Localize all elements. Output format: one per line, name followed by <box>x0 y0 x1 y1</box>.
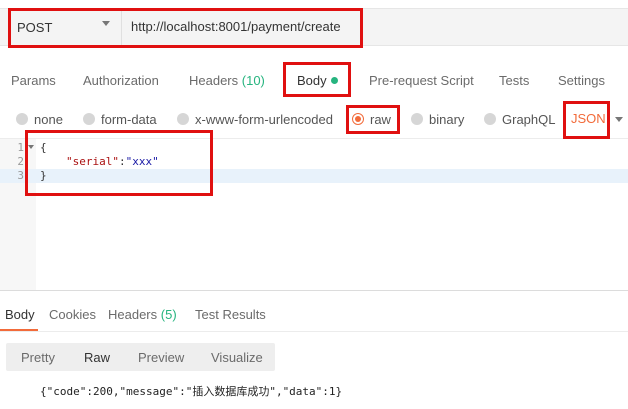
editor-line: 2 "serial":"xxx" <box>0 155 628 169</box>
tab-label: Pre-request Script <box>369 73 474 88</box>
radio-label: x-www-form-urlencoded <box>195 112 333 127</box>
fold-icon[interactable] <box>28 145 34 149</box>
line-number: 3 <box>17 169 24 182</box>
tab-authorization[interactable]: Authorization <box>83 73 159 88</box>
tab-label: Settings <box>558 73 605 88</box>
radio-label: raw <box>370 112 391 127</box>
code-text: { <box>40 141 47 154</box>
tab-label: Params <box>11 73 56 88</box>
response-tabs: Body Cookies Headers (5) Test Results <box>0 300 628 330</box>
code-text: "serial":"xxx" <box>66 155 159 169</box>
tab-headers[interactable]: Headers (10) <box>189 73 265 88</box>
tab-test-results[interactable]: Test Results <box>195 307 266 322</box>
status-dot-icon <box>330 77 338 84</box>
divider <box>121 9 122 45</box>
tab-response-headers[interactable]: Headers (5) <box>108 307 177 322</box>
line-number: 2 <box>17 155 24 168</box>
tab-cookies[interactable]: Cookies <box>49 307 96 322</box>
radio-icon <box>177 113 189 125</box>
tab-count: (5) <box>160 307 177 322</box>
radio-icon <box>16 113 28 125</box>
line-number: 1 <box>17 141 24 154</box>
json-key: "serial" <box>66 155 119 168</box>
radio-label: none <box>34 112 63 127</box>
chevron-down-icon[interactable] <box>615 117 623 122</box>
method-select[interactable]: POST <box>12 17 120 37</box>
editor-line: 3 } <box>0 169 628 183</box>
request-bar: POST http://localhost:8001/payment/creat… <box>0 8 628 46</box>
tab-label: Authorization <box>83 73 159 88</box>
radio-selected-icon <box>352 113 364 125</box>
code-text: } <box>40 169 47 182</box>
tab-tests[interactable]: Tests <box>499 73 529 88</box>
tab-settings[interactable]: Settings <box>558 73 605 88</box>
tab-label: Body <box>297 73 327 88</box>
body-editor[interactable]: 1 { 2 "serial":"xxx" 3 } <box>0 138 628 291</box>
view-pretty-button[interactable]: Pretty <box>21 350 55 365</box>
divider <box>0 331 628 332</box>
radio-icon <box>411 113 423 125</box>
radio-label: GraphQL <box>502 112 556 127</box>
view-mode-bar: Pretty Raw Preview Visualize <box>6 343 275 371</box>
tab-body[interactable]: Body <box>297 73 338 88</box>
language-select[interactable]: JSON <box>571 111 606 126</box>
response-body-text[interactable]: {"code":200,"message":"插入数据库成功","data":1… <box>40 383 342 399</box>
view-preview-button[interactable]: Preview <box>138 350 184 365</box>
editor-line: 1 { <box>0 141 628 155</box>
tab-label: Tests <box>499 73 530 88</box>
active-tab-indicator <box>283 94 350 96</box>
chevron-down-icon <box>102 21 110 26</box>
tab-params[interactable]: Params <box>11 73 56 88</box>
tab-label: Headers <box>189 73 239 88</box>
request-tabs: Params Authorization Headers (10) Body P… <box>0 62 628 92</box>
radio-icon <box>484 113 496 125</box>
tab-count: (10) <box>241 73 265 88</box>
pane-divider[interactable] <box>0 290 628 291</box>
radio-icon <box>83 113 95 125</box>
tab-label: Headers <box>108 307 158 322</box>
url-input[interactable]: http://localhost:8001/payment/create <box>131 19 341 34</box>
radio-label: binary <box>429 112 465 127</box>
tab-pre-request-script[interactable]: Pre-request Script <box>369 73 474 88</box>
view-raw-button[interactable]: Raw <box>84 350 110 365</box>
view-visualize-button[interactable]: Visualize <box>211 350 263 365</box>
tab-response-body[interactable]: Body <box>5 307 35 322</box>
method-label: POST <box>17 20 53 35</box>
json-colon: : <box>118 155 126 168</box>
radio-label: form-data <box>101 112 157 127</box>
json-value: "xxx" <box>125 155 159 168</box>
